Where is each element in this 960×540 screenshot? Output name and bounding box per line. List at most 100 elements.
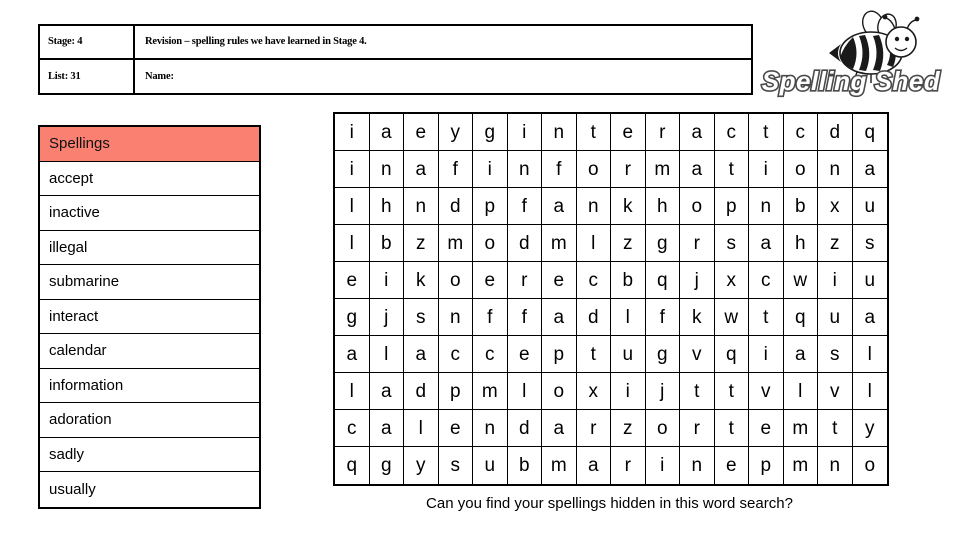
word-search-cell[interactable]: r [680,225,715,262]
word-search-cell[interactable]: g [645,225,680,262]
word-search-cell[interactable]: m [473,373,508,410]
word-search-cell[interactable]: e [438,410,473,447]
word-search-cell[interactable]: g [370,447,404,484]
word-search-cell[interactable]: t [714,410,749,447]
word-search-cell[interactable]: n [749,188,784,225]
word-search-cell[interactable]: e [473,262,508,299]
word-search-cell[interactable]: n [576,188,611,225]
word-search-cell[interactable]: q [335,447,370,484]
word-search-cell[interactable]: a [577,447,611,484]
word-search-cell[interactable]: l [611,299,646,336]
word-search-cell[interactable]: x [714,262,749,299]
word-search-cell[interactable]: r [680,410,715,447]
word-search-cell[interactable]: o [473,225,508,262]
word-search-cell[interactable]: t [818,410,853,447]
word-search-cell[interactable]: i [611,373,646,410]
word-search-cell[interactable]: n [507,151,542,188]
word-search-cell[interactable]: n [404,188,439,225]
word-search-cell[interactable]: t [576,114,611,151]
word-search-cell[interactable]: a [542,410,577,447]
word-search-cell[interactable]: i [646,447,680,484]
word-search-cell[interactable]: n [438,299,473,336]
word-search-cell[interactable]: l [507,373,542,410]
word-search-cell[interactable]: f [473,299,508,336]
word-search-cell[interactable]: a [369,114,404,151]
word-search-cell[interactable]: k [611,188,646,225]
word-search-cell[interactable]: b [369,225,404,262]
word-search-cell[interactable]: i [369,262,404,299]
word-search-cell[interactable]: m [542,447,577,484]
word-search-cell[interactable]: e [749,410,784,447]
word-search-cell[interactable]: l [852,336,887,373]
word-search-cell[interactable]: z [611,225,646,262]
word-search-cell[interactable]: g [645,336,680,373]
word-search-cell[interactable]: e [611,114,646,151]
word-search-cell[interactable]: m [542,225,577,262]
word-search-cell[interactable]: l [335,188,370,225]
word-search-cell[interactable]: i [818,262,853,299]
word-search-cell[interactable]: j [680,262,715,299]
word-search-cell[interactable]: l [852,373,887,410]
word-search-cell[interactable]: h [783,225,818,262]
word-search-cell[interactable]: v [818,373,853,410]
word-search-cell[interactable]: a [404,151,439,188]
word-search-cell[interactable]: s [852,225,887,262]
word-search-cell[interactable]: j [645,373,680,410]
word-search-cell[interactable]: y [438,114,473,151]
word-search-cell[interactable]: o [542,373,577,410]
word-search-cell[interactable]: y [404,447,439,484]
word-search-cell[interactable]: n [818,151,853,188]
word-search-cell[interactable]: j [369,299,404,336]
word-search-cell[interactable]: l [335,225,370,262]
word-search-cell[interactable]: t [576,336,611,373]
word-search-cell[interactable]: q [852,114,887,151]
word-search-cell[interactable]: n [542,114,577,151]
word-search-cell[interactable]: u [852,262,887,299]
word-search-cell[interactable]: f [507,188,542,225]
word-search-cell[interactable]: w [714,299,749,336]
word-search-cell[interactable]: i [473,151,508,188]
word-search-cell[interactable]: n [818,447,853,484]
word-search-cell[interactable]: t [714,373,749,410]
word-search-cell[interactable]: b [611,262,646,299]
word-search-cell[interactable]: f [438,151,473,188]
word-search-cell[interactable]: u [818,299,853,336]
word-search-cell[interactable]: s [404,299,439,336]
word-search-cell[interactable]: x [576,373,611,410]
word-search-cell[interactable]: h [645,188,680,225]
word-search-cell[interactable]: a [749,225,784,262]
word-search-cell[interactable]: a [404,336,439,373]
word-search-cell[interactable]: z [404,225,439,262]
word-search-cell[interactable]: r [611,151,646,188]
word-search-cell[interactable]: p [749,447,784,484]
word-search-cell[interactable]: o [645,410,680,447]
word-search-cell[interactable]: a [369,373,404,410]
word-search-cell[interactable]: i [749,336,784,373]
word-search-cell[interactable]: g [473,114,508,151]
word-search-cell[interactable]: n [473,410,508,447]
word-search-cell[interactable]: c [438,336,473,373]
word-search-cell[interactable]: m [645,151,680,188]
word-search-cell[interactable]: l [783,373,818,410]
word-search-cell[interactable]: d [507,225,542,262]
word-search-cell[interactable]: f [507,299,542,336]
word-search-cell[interactable]: i [335,151,370,188]
word-search-cell[interactable]: i [335,114,370,151]
word-search-cell[interactable]: q [645,262,680,299]
word-search-cell[interactable]: m [784,447,818,484]
word-search-cell[interactable]: c [714,114,749,151]
word-search-cell[interactable]: u [611,336,646,373]
word-search-cell[interactable]: u [473,447,508,484]
word-search-cell[interactable]: a [852,299,887,336]
word-search-cell[interactable]: c [576,262,611,299]
word-search-cell[interactable]: k [404,262,439,299]
word-search-cell[interactable]: z [611,410,646,447]
word-search-cell[interactable]: r [576,410,611,447]
word-search-cell[interactable]: p [542,336,577,373]
word-search-cell[interactable]: v [749,373,784,410]
word-search-cell[interactable]: f [542,151,577,188]
word-search-cell[interactable]: a [369,410,404,447]
word-search-cell[interactable]: n [680,447,715,484]
word-search-cell[interactable]: e [507,336,542,373]
word-search-cell[interactable]: k [680,299,715,336]
